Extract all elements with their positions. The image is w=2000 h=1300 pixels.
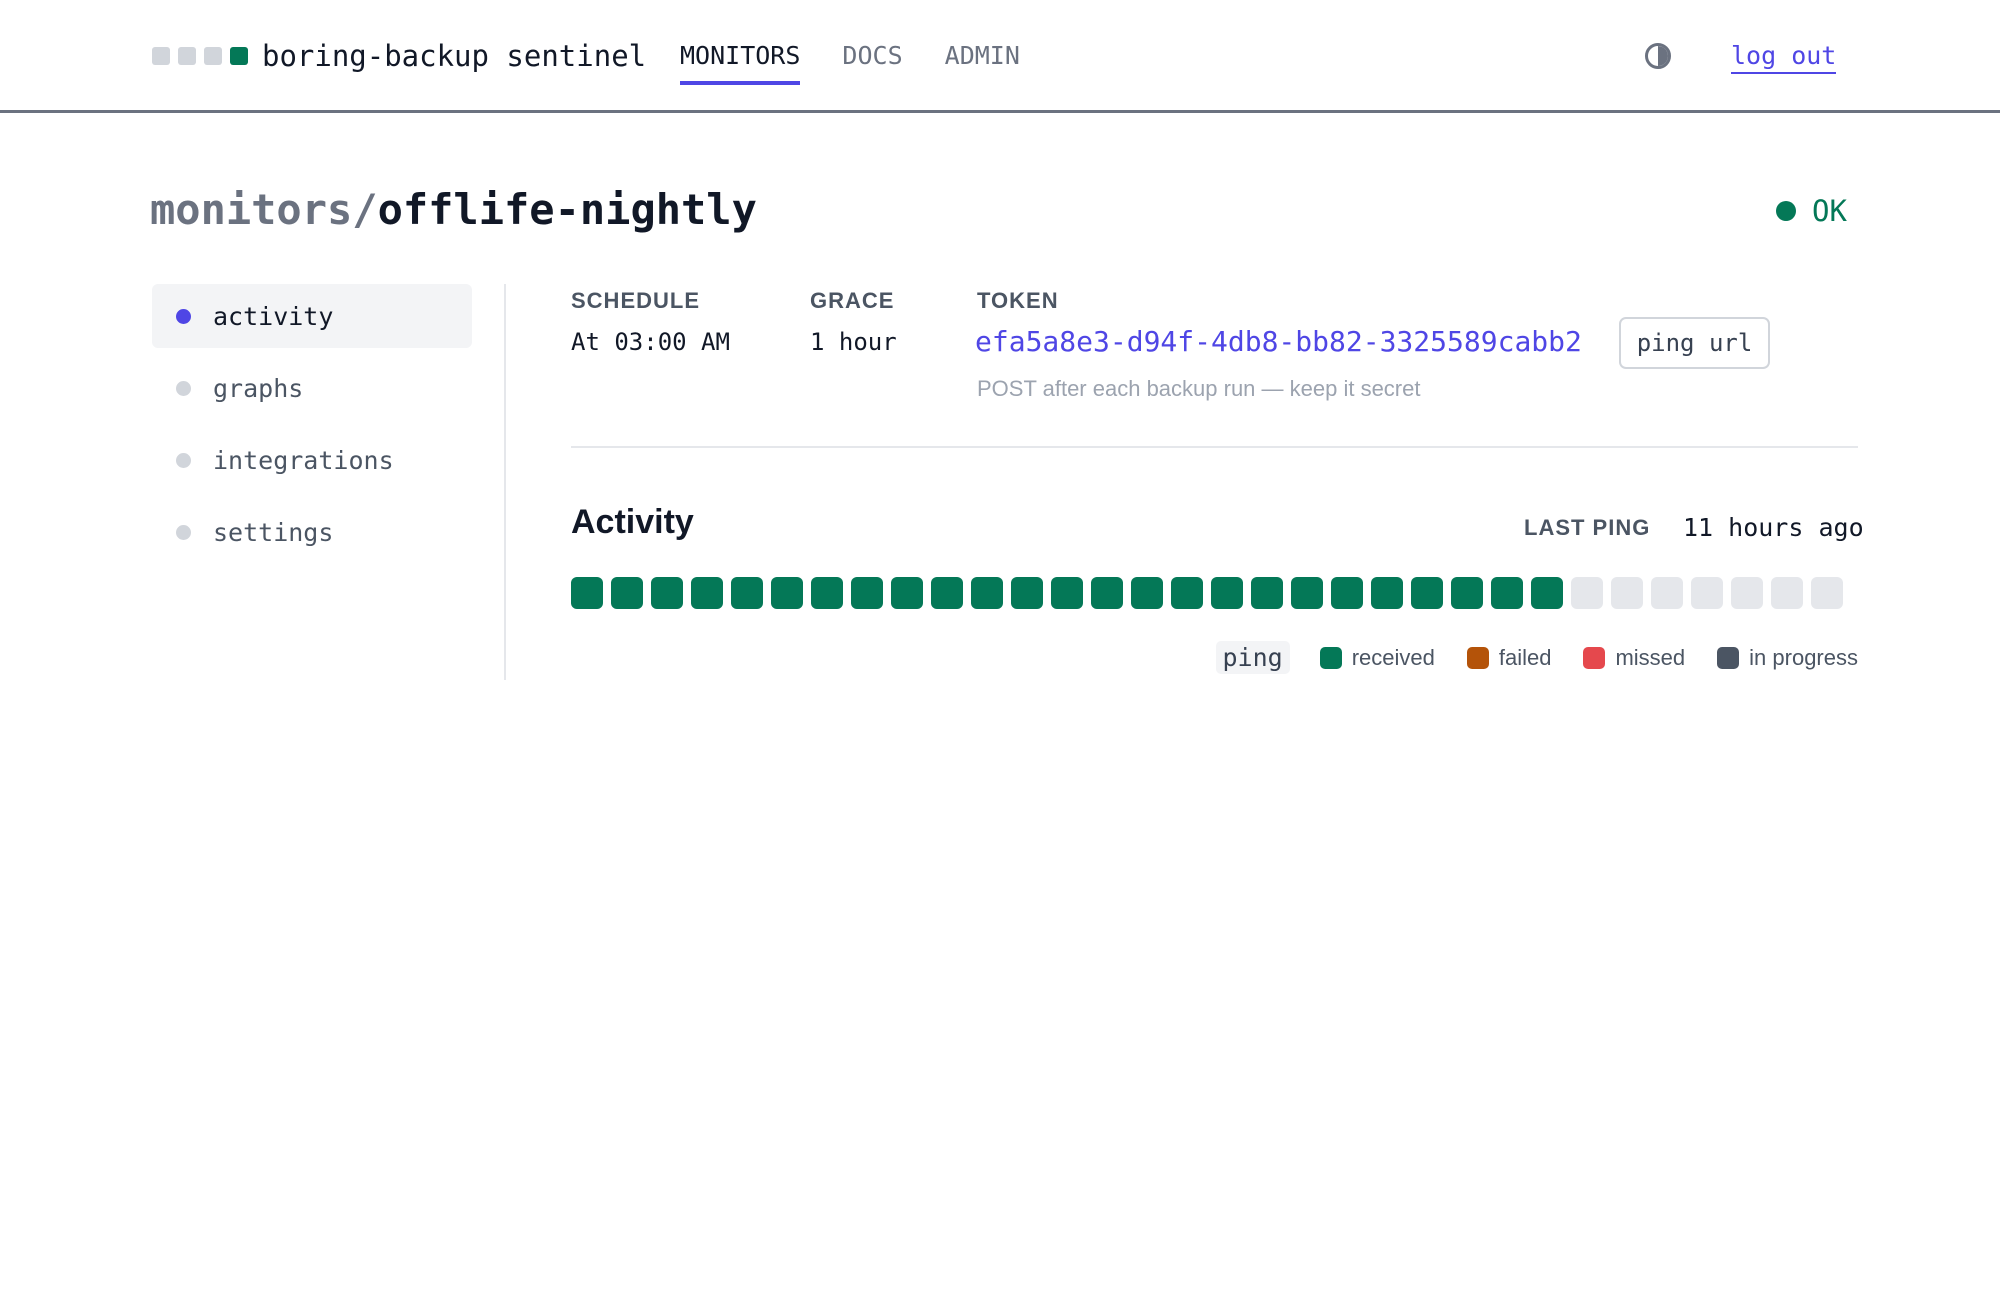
ping-cell-received[interactable] bbox=[571, 577, 603, 609]
page-title: monitors/offlife-nightly bbox=[150, 182, 757, 238]
sidebar-item-settings[interactable]: settings bbox=[152, 500, 472, 564]
ping-cell-empty[interactable] bbox=[1731, 577, 1763, 609]
brand-dot bbox=[178, 47, 196, 65]
ping-cell-received[interactable] bbox=[971, 577, 1003, 609]
token-hint: POST after each backup run — keep it sec… bbox=[977, 376, 1421, 401]
ping-cell-received[interactable] bbox=[1491, 577, 1523, 609]
brand[interactable]: boring-backup sentinel bbox=[152, 36, 646, 76]
legend: ping received failed missed in progress bbox=[1215, 641, 1858, 674]
legend-label: received bbox=[1351, 644, 1435, 670]
last-ping-label: LAST PING bbox=[1524, 515, 1651, 540]
ping-cell-received[interactable] bbox=[1531, 577, 1563, 609]
ping-cell-received[interactable] bbox=[771, 577, 803, 609]
top-bar: boring-backup sentinel MONITORS DOCS ADM… bbox=[0, 0, 2000, 113]
legend-swatch bbox=[1583, 646, 1606, 669]
brand-dot bbox=[204, 47, 222, 65]
sidebar-item-integrations[interactable]: integrations bbox=[152, 428, 472, 492]
ping-cell-received[interactable] bbox=[891, 577, 923, 609]
ping-cell-empty[interactable] bbox=[1771, 577, 1803, 609]
grace-label: GRACE bbox=[810, 288, 895, 313]
dot-icon bbox=[176, 308, 191, 324]
legend-label: missed bbox=[1615, 644, 1686, 670]
monitor-name: offlife-nightly bbox=[377, 185, 757, 234]
ping-cell-received[interactable] bbox=[651, 577, 683, 609]
dot-icon bbox=[176, 524, 191, 540]
ping-cell-received[interactable] bbox=[1171, 577, 1203, 609]
legend-swatch bbox=[1319, 646, 1342, 669]
ping-cell-received[interactable] bbox=[731, 577, 763, 609]
ping-cell-received[interactable] bbox=[691, 577, 723, 609]
sidebar-item-label: integrations bbox=[213, 445, 394, 475]
ping-cell-received[interactable] bbox=[1291, 577, 1323, 609]
sidebar-item-label: activity bbox=[213, 301, 334, 331]
schedule-label: SCHEDULE bbox=[571, 288, 701, 313]
ping-cell-received[interactable] bbox=[1331, 577, 1363, 609]
schedule-value: At 03:00 AM bbox=[571, 328, 730, 356]
ping-cell-received[interactable] bbox=[1211, 577, 1243, 609]
ping-cell-received[interactable] bbox=[931, 577, 963, 609]
legend-label: in progress bbox=[1749, 644, 1858, 670]
ping-cell-received[interactable] bbox=[1411, 577, 1443, 609]
ping-cell-received[interactable] bbox=[611, 577, 643, 609]
sidebar-item-graphs[interactable]: graphs bbox=[152, 356, 472, 420]
nav-admin[interactable]: ADMIN bbox=[945, 36, 1020, 85]
status-badge: OK bbox=[1776, 194, 1847, 228]
ping-cell-empty[interactable] bbox=[1611, 577, 1643, 609]
sidebar-item-label: settings bbox=[213, 517, 334, 547]
last-ping-value: 11 hours ago bbox=[1683, 513, 1864, 542]
nav-monitors[interactable]: MONITORS bbox=[680, 36, 801, 85]
legend-swatch bbox=[1466, 646, 1489, 669]
legend-item-received: received bbox=[1319, 644, 1435, 671]
ping-cell-received[interactable] bbox=[1091, 577, 1123, 609]
ping-url-button[interactable]: ping url bbox=[1619, 317, 1770, 369]
ping-cell-empty[interactable] bbox=[1571, 577, 1603, 609]
brand-dot bbox=[152, 47, 170, 65]
logout-link[interactable]: log out bbox=[1731, 40, 1837, 74]
grace-value: 1 hour bbox=[810, 328, 897, 356]
nav-docs[interactable]: DOCS bbox=[842, 36, 902, 85]
ping-cell-empty[interactable] bbox=[1691, 577, 1723, 609]
status-label: OK bbox=[1812, 194, 1847, 228]
ping-cell-received[interactable] bbox=[1371, 577, 1403, 609]
sidebar-divider bbox=[504, 284, 506, 680]
contrast-icon[interactable] bbox=[1645, 43, 1671, 69]
legend-tag: ping bbox=[1215, 641, 1290, 674]
activity-title: Activity bbox=[571, 503, 694, 541]
breadcrumb-prefix[interactable]: monitors/ bbox=[150, 185, 378, 234]
legend-label: failed bbox=[1498, 644, 1552, 670]
section-divider bbox=[571, 446, 1858, 448]
brand-name: boring-backup sentinel bbox=[262, 39, 647, 73]
ping-cell-empty[interactable] bbox=[1811, 577, 1843, 609]
sidebar-item-activity[interactable]: activity bbox=[152, 284, 472, 348]
ping-cell-empty[interactable] bbox=[1651, 577, 1683, 609]
ping-cell-received[interactable] bbox=[1251, 577, 1283, 609]
dot-icon bbox=[176, 380, 191, 396]
legend-item-failed: failed bbox=[1466, 644, 1552, 671]
brand-logo-icon bbox=[152, 47, 248, 65]
legend-item-missed: missed bbox=[1583, 645, 1685, 671]
ping-cell-received[interactable] bbox=[1051, 577, 1083, 609]
ping-cell-received[interactable] bbox=[851, 577, 883, 609]
token-value[interactable]: efa5a8e3-d94f-4db8-bb82-3325589cabb2 bbox=[975, 325, 1582, 358]
ping-cell-received[interactable] bbox=[1451, 577, 1483, 609]
ping-cell-received[interactable] bbox=[1131, 577, 1163, 609]
legend-item-in-progress: in progress bbox=[1717, 645, 1858, 671]
brand-dot-active bbox=[230, 47, 248, 65]
sidebar: activity graphs integrations settings bbox=[152, 284, 472, 572]
ping-cell-received[interactable] bbox=[1011, 577, 1043, 609]
legend-swatch bbox=[1717, 646, 1740, 669]
ping-cell-received[interactable] bbox=[811, 577, 843, 609]
token-label: TOKEN bbox=[977, 288, 1059, 313]
sidebar-item-label: graphs bbox=[213, 373, 304, 403]
status-dot-icon bbox=[1776, 201, 1796, 221]
main-nav: MONITORS DOCS ADMIN bbox=[680, 36, 1020, 85]
dot-icon bbox=[176, 452, 191, 468]
